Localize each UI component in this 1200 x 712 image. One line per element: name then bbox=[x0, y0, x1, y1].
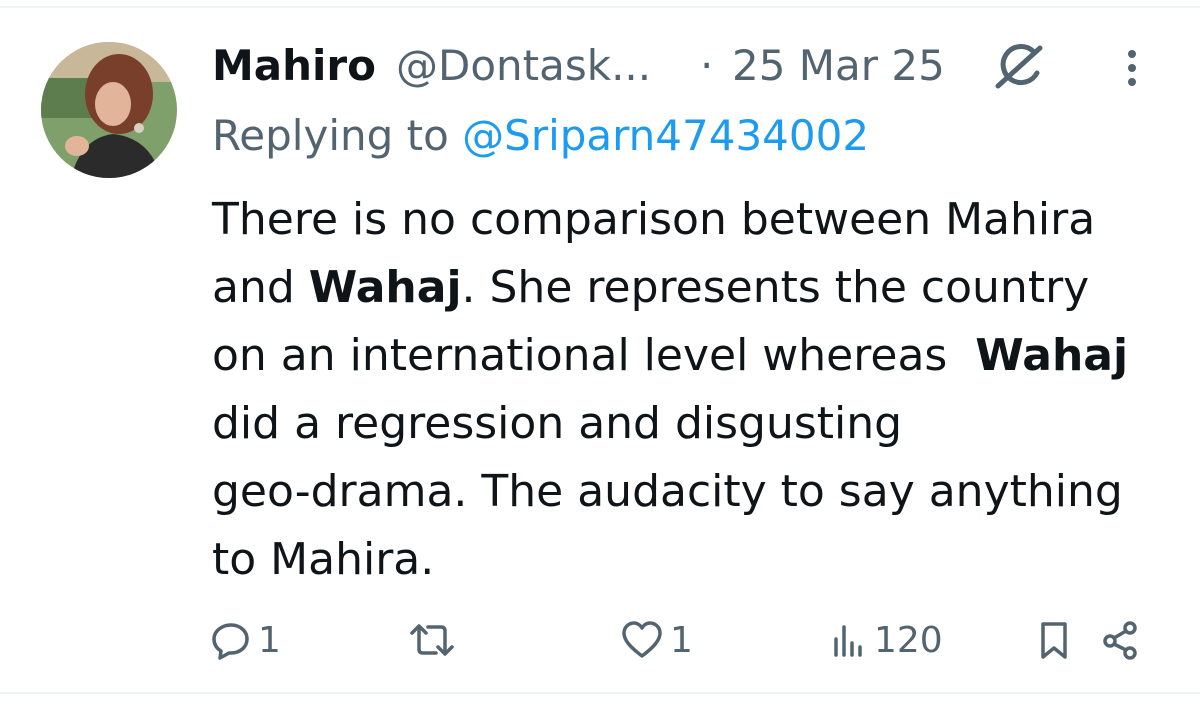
tweet-text-line: did a regression and disgusting bbox=[212, 398, 903, 449]
like-button[interactable]: 1 bbox=[620, 610, 693, 670]
retweet-icon bbox=[410, 624, 454, 656]
top-divider bbox=[0, 6, 1200, 8]
tweet-header: Mahiro @Dontask... · 25 Mar 25 bbox=[212, 38, 1172, 94]
views-button[interactable]: 120 bbox=[828, 610, 943, 670]
tweet-text-line: on an international level whereas Wahaj bbox=[212, 322, 1182, 390]
highlighted-keyword: Wahaj bbox=[308, 262, 462, 313]
share-icon bbox=[1103, 621, 1137, 660]
views-count: 120 bbox=[874, 619, 943, 661]
avatar[interactable] bbox=[41, 42, 177, 178]
tweet-text-line: and Wahaj. She represents the country bbox=[212, 254, 1182, 322]
heart-icon bbox=[622, 621, 662, 658]
views-chart-icon bbox=[834, 625, 862, 657]
bottom-divider bbox=[0, 692, 1200, 694]
reply-button[interactable]: 1 bbox=[210, 610, 281, 670]
tweet-date[interactable]: 25 Mar 25 bbox=[732, 38, 945, 94]
share-button[interactable] bbox=[1100, 610, 1142, 670]
tweet-text-line: geo-drama. The audacity to say anything bbox=[212, 466, 1123, 517]
action-bar: 1 1 120 bbox=[0, 610, 1200, 670]
retweet-button[interactable] bbox=[408, 610, 462, 670]
author-name[interactable]: Mahiro bbox=[212, 38, 376, 94]
tweet-text-line: There is no comparison between Mahira bbox=[212, 194, 1096, 245]
grok-icon[interactable] bbox=[988, 42, 1048, 92]
separator-dot: · bbox=[700, 41, 714, 90]
replying-mention-link[interactable]: @Sriparn47434002 bbox=[462, 111, 869, 160]
bookmark-button[interactable] bbox=[1036, 610, 1072, 670]
text-fragment: . She represents the country bbox=[461, 262, 1090, 313]
tweet-text: There is no comparison between Mahira an… bbox=[212, 186, 1182, 594]
text-fragment: on an international level whereas bbox=[212, 330, 976, 381]
tweet-text-line: to Mahira. bbox=[212, 534, 435, 585]
author-handle[interactable]: @Dontask... bbox=[396, 38, 651, 94]
text-fragment: and bbox=[212, 262, 309, 313]
bookmark-icon bbox=[1041, 622, 1067, 659]
like-count: 1 bbox=[670, 619, 693, 661]
replying-prefix: Replying to bbox=[212, 111, 449, 160]
highlighted-keyword: Wahaj bbox=[975, 330, 1129, 381]
reply-count: 1 bbox=[258, 619, 281, 661]
replying-to: Replying to @Sriparn47434002 bbox=[212, 108, 869, 164]
more-vertical-icon[interactable] bbox=[1118, 44, 1146, 92]
reply-icon bbox=[212, 623, 249, 660]
